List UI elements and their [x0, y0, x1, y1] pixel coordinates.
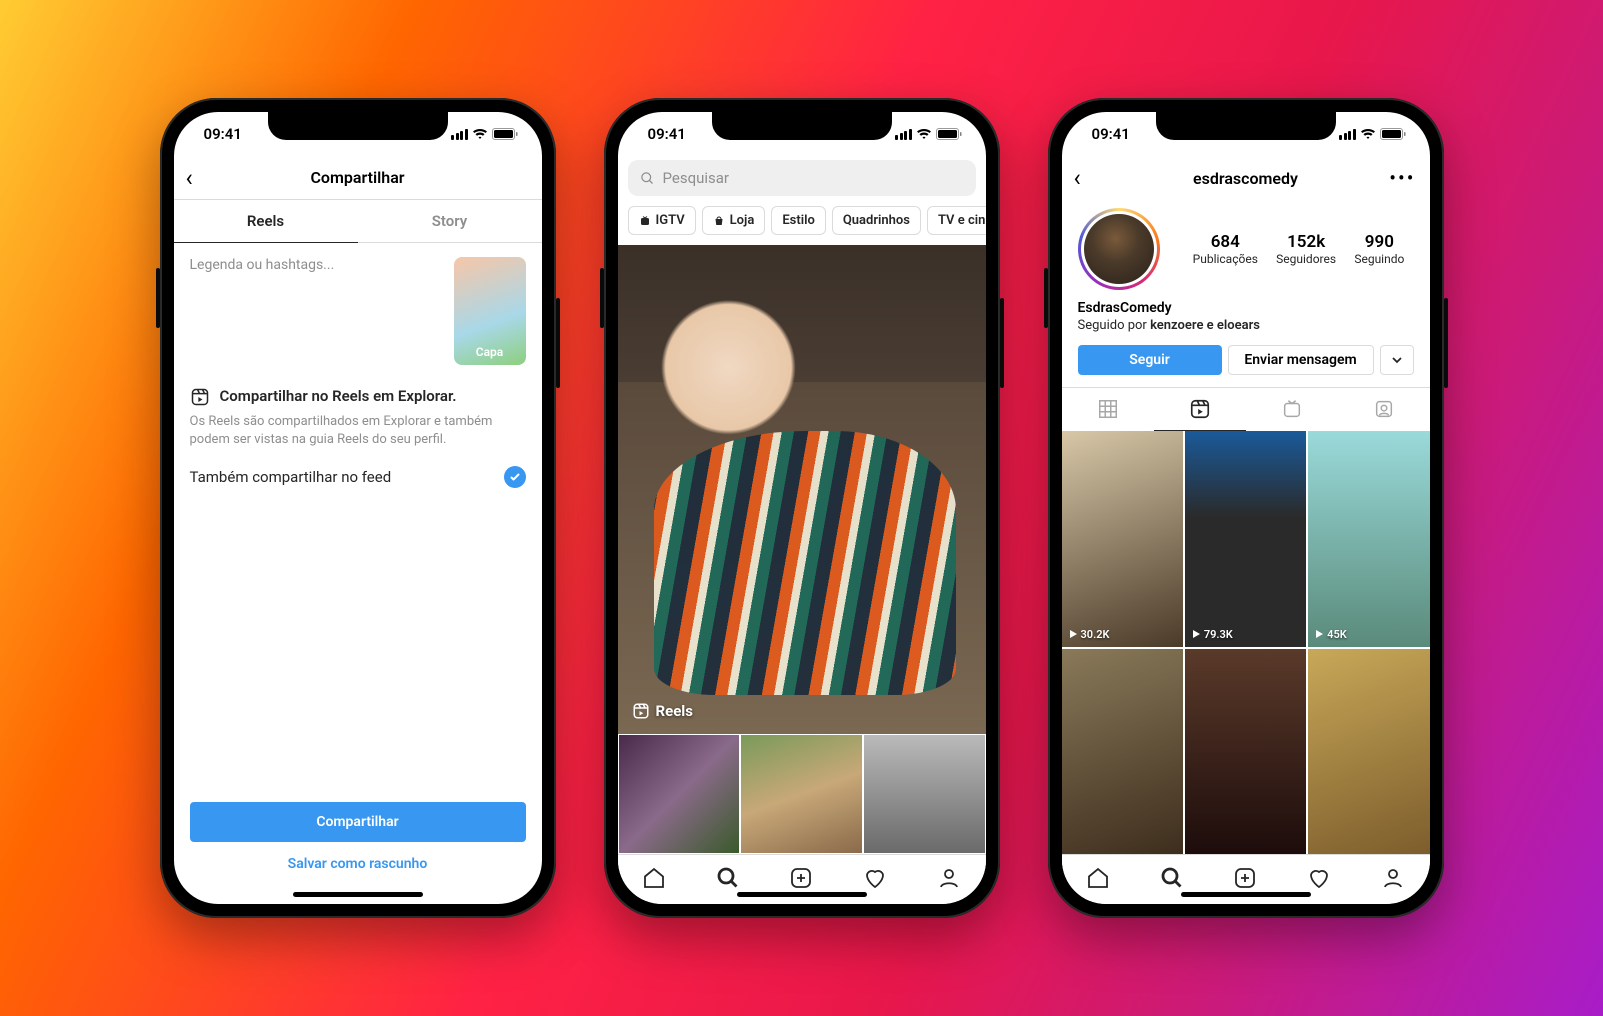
phone-explore-screen: 09:41 Pesquisar IGTV Loja Estilo [604, 98, 1000, 918]
profile-header: ‹ esdrascomedy ••• [1062, 156, 1430, 200]
signal-icon [895, 129, 912, 140]
search-icon [640, 171, 655, 186]
profile-username: esdrascomedy [1193, 169, 1298, 188]
status-time: 09:41 [204, 125, 242, 143]
explore-thumb[interactable] [618, 734, 741, 854]
suggested-users-toggle[interactable] [1380, 345, 1414, 375]
tab-reels[interactable]: Reels [174, 200, 358, 243]
profile-tab-grid[interactable] [1062, 388, 1154, 431]
chip-igtv[interactable]: IGTV [628, 206, 696, 235]
share-button[interactable]: Compartilhar [190, 802, 526, 842]
nav-profile-icon[interactable] [937, 866, 961, 894]
message-button[interactable]: Enviar mensagem [1228, 345, 1374, 375]
home-indicator[interactable] [1181, 892, 1311, 897]
profile-tab-igtv[interactable] [1246, 388, 1338, 431]
signal-icon [451, 129, 468, 140]
nav-search-icon[interactable] [716, 866, 740, 894]
nav-activity-icon[interactable] [1307, 866, 1331, 894]
status-time: 09:41 [648, 125, 686, 143]
igtv-icon [639, 215, 651, 227]
profile-tab-tagged[interactable] [1338, 388, 1430, 431]
back-chevron-icon[interactable]: ‹ [186, 164, 193, 192]
category-chip-row[interactable]: IGTV Loja Estilo Quadrinhos TV e cin [618, 200, 986, 245]
phone-profile-screen: 09:41 ‹ esdrascomedy ••• 684 Publicaçõe [1048, 98, 1444, 918]
reels-grid: 30.2K 79.3K 45K [1062, 431, 1430, 854]
follow-button[interactable]: Seguir [1078, 345, 1222, 375]
nav-search-icon[interactable] [1160, 866, 1184, 894]
play-icon [1191, 629, 1201, 639]
wifi-icon [916, 128, 932, 140]
wifi-icon [472, 128, 488, 140]
play-icon [1314, 629, 1324, 639]
also-share-feed-label: Também compartilhar no feed [190, 468, 392, 486]
also-share-feed-toggle[interactable] [504, 466, 526, 488]
profile-display-name: EsdrasComedy [1078, 300, 1414, 316]
home-indicator[interactable] [737, 892, 867, 897]
battery-icon [936, 128, 962, 140]
chip-shop[interactable]: Loja [702, 206, 766, 235]
back-chevron-icon[interactable]: ‹ [1074, 164, 1081, 192]
share-explore-title: Compartilhar no Reels em Explorar. [220, 387, 457, 405]
home-indicator[interactable] [293, 892, 423, 897]
cover-thumbnail[interactable]: Capa [454, 257, 526, 365]
reels-icon [190, 387, 210, 407]
reel-item[interactable] [1062, 649, 1183, 854]
tab-story[interactable]: Story [358, 200, 542, 243]
nav-activity-icon[interactable] [863, 866, 887, 894]
shop-icon [713, 215, 725, 227]
chip-style[interactable]: Estilo [771, 206, 826, 235]
nav-create-icon[interactable] [1233, 866, 1257, 894]
reel-item[interactable] [1308, 649, 1429, 854]
more-options-icon[interactable]: ••• [1389, 166, 1415, 190]
search-input[interactable]: Pesquisar [628, 160, 976, 196]
status-time: 09:41 [1092, 125, 1130, 143]
cover-label: Capa [476, 345, 504, 359]
save-draft-button[interactable]: Salvar como rascunho [190, 842, 526, 876]
tagged-icon [1373, 398, 1395, 420]
reel-item[interactable] [1185, 649, 1306, 854]
battery-icon [492, 128, 518, 140]
nav-profile-icon[interactable] [1381, 866, 1405, 894]
chip-comics[interactable]: Quadrinhos [832, 206, 921, 235]
stat-following[interactable]: 990 Seguindo [1354, 232, 1404, 266]
header-title: Compartilhar [310, 168, 404, 187]
wifi-icon [1360, 128, 1376, 140]
explore-thumb-row [618, 734, 986, 854]
reel-item[interactable]: 79.3K [1185, 431, 1306, 647]
profile-tab-reels[interactable] [1154, 388, 1246, 431]
share-header: ‹ Compartilhar [174, 156, 542, 200]
reel-item[interactable]: 30.2K [1062, 431, 1183, 647]
explore-thumb[interactable] [740, 734, 863, 854]
reels-icon [632, 702, 650, 720]
signal-icon [1339, 129, 1356, 140]
chip-tv[interactable]: TV e cin [927, 206, 986, 235]
nav-create-icon[interactable] [789, 866, 813, 894]
followed-by-text: Seguido por kenzoere e eloears [1078, 318, 1414, 333]
search-placeholder: Pesquisar [663, 169, 730, 187]
igtv-icon [1281, 398, 1303, 420]
reel-item[interactable]: 45K [1308, 431, 1429, 647]
profile-avatar[interactable] [1078, 208, 1160, 290]
nav-home-icon[interactable] [1086, 866, 1110, 894]
phone-share-screen: 09:41 ‹ Compartilhar Reels Story Legenda… [160, 98, 556, 918]
explore-thumb[interactable] [863, 734, 986, 854]
battery-icon [1380, 128, 1406, 140]
play-icon [1068, 629, 1078, 639]
explore-hero-reel[interactable]: Reels [618, 245, 986, 734]
nav-home-icon[interactable] [642, 866, 666, 894]
chevron-down-icon [1391, 354, 1403, 366]
reels-badge: Reels [632, 702, 694, 720]
stat-followers[interactable]: 152k Seguidores [1276, 232, 1336, 266]
caption-input[interactable]: Legenda ou hashtags... [190, 257, 444, 365]
grid-icon [1097, 398, 1119, 420]
reels-icon [1189, 398, 1211, 420]
stat-posts[interactable]: 684 Publicações [1193, 232, 1258, 266]
share-explore-desc: Os Reels são compartilhados em Explorar … [190, 413, 526, 448]
